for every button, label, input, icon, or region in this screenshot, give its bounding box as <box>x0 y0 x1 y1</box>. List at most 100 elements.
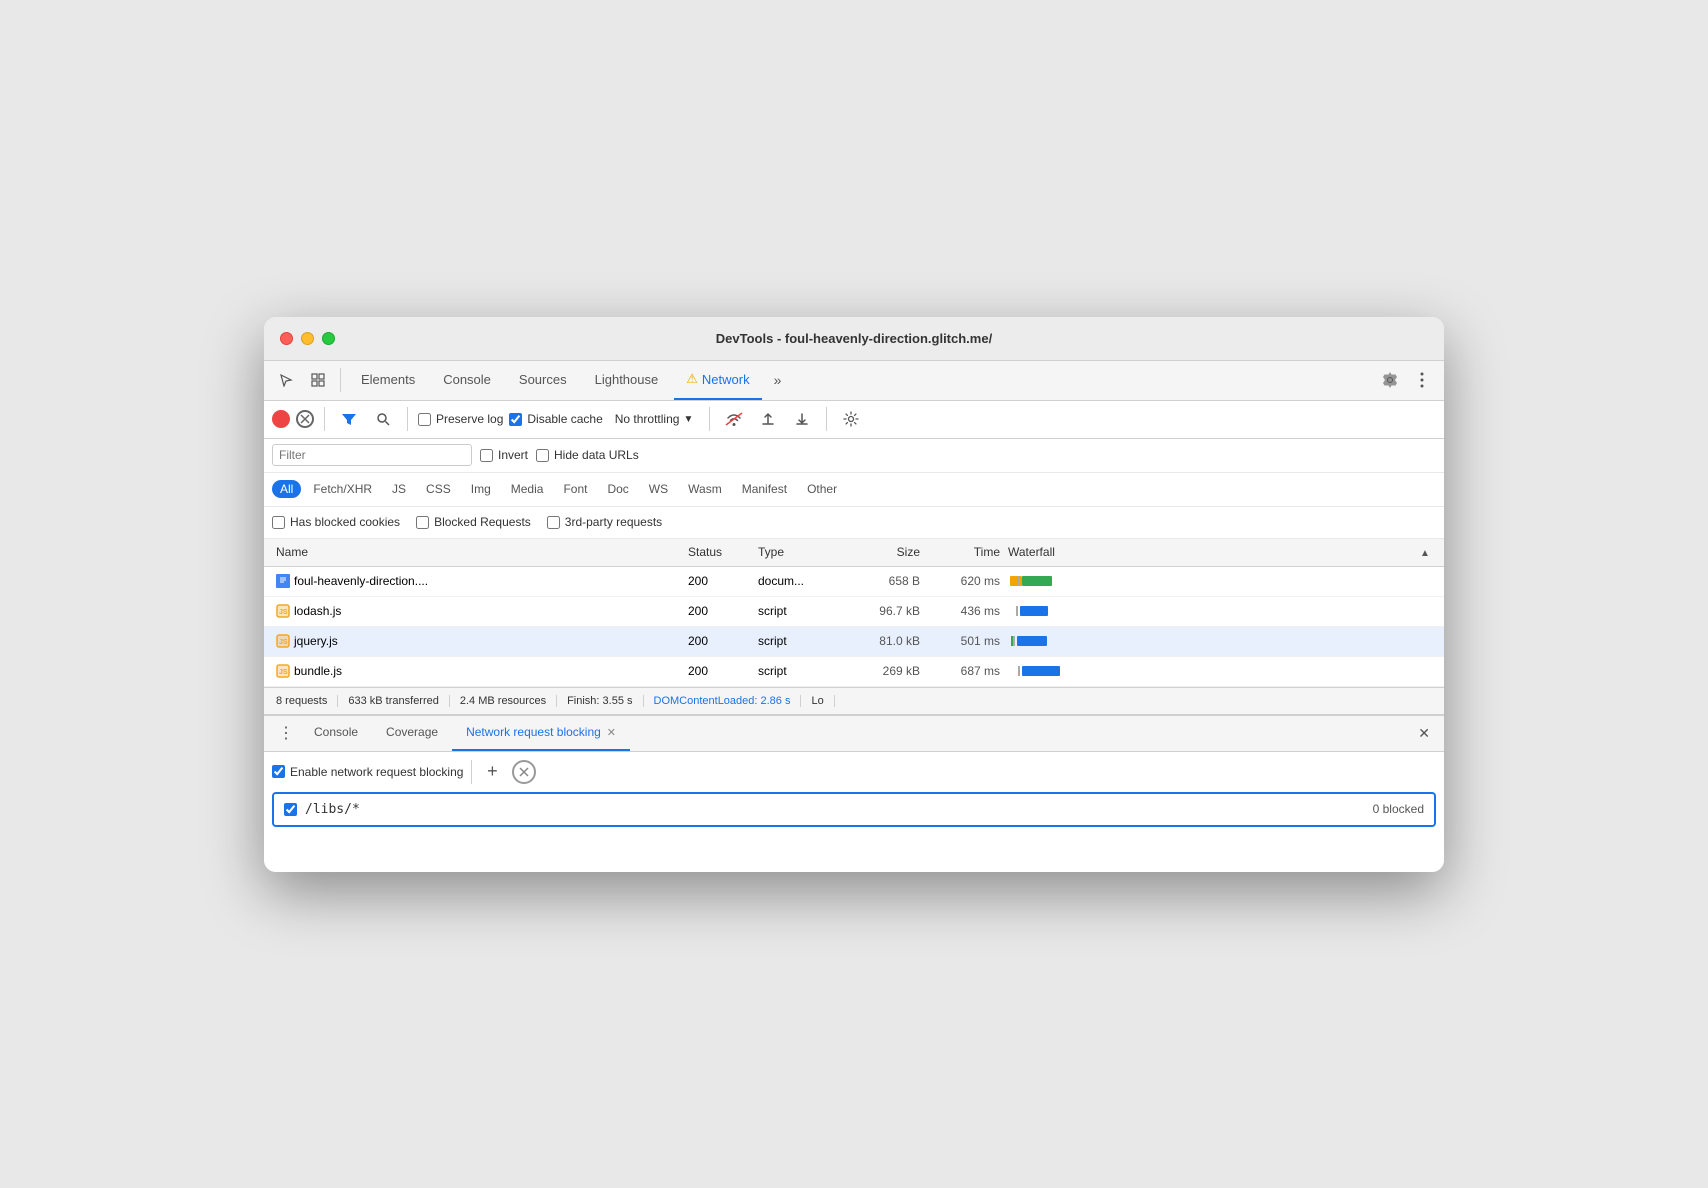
header-waterfall: Waterfall <box>1004 545 1416 559</box>
type-filter-css[interactable]: CSS <box>418 480 459 498</box>
warning-icon: ⚠ <box>686 371 698 387</box>
doc-icon <box>276 574 290 588</box>
network-table: Name Status Type Size Time Waterfall ▲ <box>264 539 1444 687</box>
type-filter-font[interactable]: Font <box>555 480 595 498</box>
cursor-icon[interactable] <box>272 366 300 394</box>
cell-status: 200 <box>684 634 754 648</box>
cell-size: 96.7 kB <box>834 604 924 618</box>
more-options-icon[interactable] <box>1408 366 1436 394</box>
table-header: Name Status Type Size Time Waterfall ▲ <box>264 539 1444 567</box>
settings-icon[interactable] <box>1376 366 1404 394</box>
header-time: Time <box>924 545 1004 559</box>
tab-lighthouse[interactable]: Lighthouse <box>583 360 671 400</box>
header-size: Size <box>834 545 924 559</box>
cell-size: 658 B <box>834 574 924 588</box>
upload-icon[interactable] <box>754 405 782 433</box>
header-sort[interactable]: ▲ <box>1416 545 1436 559</box>
toolbar-divider-3 <box>407 407 408 431</box>
inspect-icon[interactable] <box>304 366 332 394</box>
third-party-checkbox[interactable]: 3rd-party requests <box>547 515 662 529</box>
table-row[interactable]: foul-heavenly-direction.... 200 docum...… <box>264 567 1444 597</box>
hide-data-urls-checkbox[interactable]: Hide data URLs <box>536 448 639 462</box>
cell-waterfall <box>1004 633 1416 649</box>
type-filter-wasm[interactable]: Wasm <box>680 480 730 498</box>
search-icon[interactable] <box>369 405 397 433</box>
tab-overflow-button[interactable]: » <box>766 372 790 388</box>
wifi-icon[interactable] <box>720 405 748 433</box>
cell-time: 620 ms <box>924 574 1004 588</box>
cell-type: script <box>754 604 834 618</box>
disable-cache-checkbox[interactable]: Disable cache <box>509 412 602 426</box>
tab-elements[interactable]: Elements <box>349 360 427 400</box>
finish-time: Finish: 3.55 s <box>557 695 643 707</box>
tab-network[interactable]: ⚠ Network <box>674 360 761 400</box>
tab-coverage[interactable]: Coverage <box>372 715 452 751</box>
header-type: Type <box>754 545 834 559</box>
enable-blocking-checkbox[interactable]: Enable network request blocking <box>272 765 463 779</box>
svg-text:JS: JS <box>279 639 288 646</box>
tab-sources[interactable]: Sources <box>507 360 579 400</box>
type-filter-manifest[interactable]: Manifest <box>734 480 795 498</box>
record-button[interactable] <box>272 410 290 428</box>
type-filter-other[interactable]: Other <box>799 480 845 498</box>
cell-waterfall <box>1004 573 1416 589</box>
bottom-panel: ⋮ Console Coverage Network request block… <box>264 715 1444 872</box>
cell-status: 200 <box>684 574 754 588</box>
download-icon[interactable] <box>788 405 816 433</box>
maximize-button[interactable] <box>322 332 335 345</box>
rule-pattern: /libs/* <box>305 802 360 817</box>
cell-time: 436 ms <box>924 604 1004 618</box>
filter-input[interactable] <box>272 444 472 466</box>
devtools-body: Elements Console Sources Lighthouse ⚠ Ne… <box>264 361 1444 872</box>
network-settings-icon[interactable] <box>837 405 865 433</box>
type-filter-media[interactable]: Media <box>503 480 552 498</box>
close-panel-icon[interactable]: ✕ <box>1412 725 1436 742</box>
clear-patterns-button[interactable] <box>512 760 536 784</box>
close-tab-icon[interactable]: ✕ <box>607 726 616 739</box>
clear-button[interactable] <box>296 410 314 428</box>
type-filter-img[interactable]: Img <box>463 480 499 498</box>
filter-icon[interactable] <box>335 405 363 433</box>
blocking-panel: Enable network request blocking + /libs/… <box>264 752 1444 872</box>
divider <box>471 760 472 784</box>
type-filter-doc[interactable]: Doc <box>599 480 636 498</box>
minimize-button[interactable] <box>301 332 314 345</box>
type-filter-all[interactable]: All <box>272 480 301 498</box>
invert-checkbox[interactable]: Invert <box>480 448 528 462</box>
preserve-log-checkbox[interactable]: Preserve log <box>418 412 503 426</box>
blocked-cookies-checkbox[interactable]: Has blocked cookies <box>272 515 400 529</box>
table-row[interactable]: JS bundle.js 200 script 269 kB 687 ms <box>264 657 1444 687</box>
header-status: Status <box>684 545 754 559</box>
cell-waterfall <box>1004 663 1416 679</box>
traffic-lights <box>280 332 335 345</box>
add-pattern-button[interactable]: + <box>480 760 504 784</box>
blocking-rule-item[interactable]: /libs/* 0 blocked <box>272 792 1436 827</box>
tab-network-blocking[interactable]: Network request blocking ✕ <box>452 715 630 751</box>
more-tabs-icon[interactable]: ⋮ <box>272 723 300 743</box>
blocked-count: 0 blocked <box>1373 802 1424 816</box>
requests-count: 8 requests <box>276 695 338 707</box>
tab-console-bottom[interactable]: Console <box>300 715 372 751</box>
transferred-size: 633 kB transferred <box>338 695 450 707</box>
rule-checkbox[interactable] <box>284 803 297 816</box>
top-toolbar: Elements Console Sources Lighthouse ⚠ Ne… <box>264 361 1444 401</box>
table-row[interactable]: JS jquery.js 200 script 81.0 kB 501 ms <box>264 627 1444 657</box>
type-filter-ws[interactable]: WS <box>641 480 676 498</box>
table-row[interactable]: JS lodash.js 200 script 96.7 kB 436 ms <box>264 597 1444 627</box>
title-bar: DevTools - foul-heavenly-direction.glitc… <box>264 317 1444 361</box>
toolbar-divider-5 <box>826 407 827 431</box>
blocked-requests-checkbox[interactable]: Blocked Requests <box>416 515 531 529</box>
header-name: Name <box>272 545 684 559</box>
type-filter-js[interactable]: JS <box>384 480 414 498</box>
type-filter-fetch-xhr[interactable]: Fetch/XHR <box>305 480 380 498</box>
close-button[interactable] <box>280 332 293 345</box>
blocking-header: Enable network request blocking + <box>272 760 1436 784</box>
table-body: foul-heavenly-direction.... 200 docum...… <box>264 567 1444 687</box>
bottom-tabs: ⋮ Console Coverage Network request block… <box>264 716 1444 752</box>
cell-type: docum... <box>754 574 834 588</box>
js-icon: JS <box>276 634 290 648</box>
cell-name: JS lodash.js <box>272 604 684 618</box>
throttle-dropdown[interactable]: No throttling ▼ <box>609 410 700 428</box>
dom-loaded-time: DOMContentLoaded: 2.86 s <box>644 695 802 707</box>
tab-console[interactable]: Console <box>431 360 503 400</box>
